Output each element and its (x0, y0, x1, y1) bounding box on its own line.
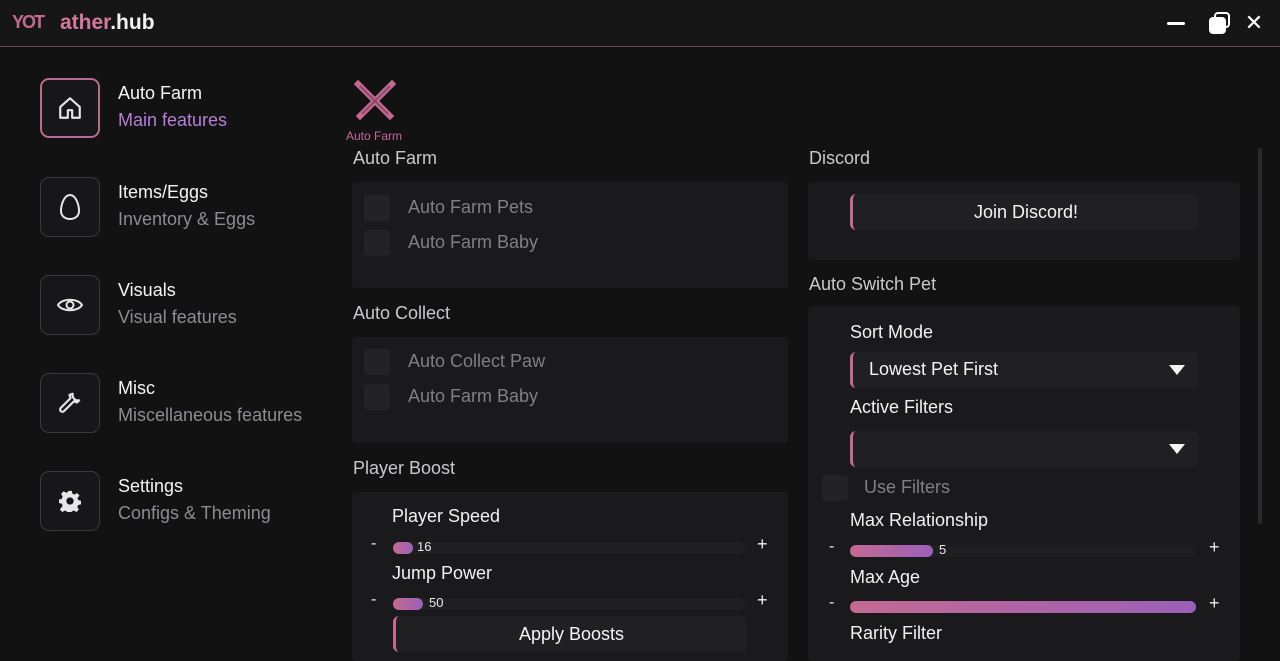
sidebar-item-subtitle: Visual features (118, 307, 237, 327)
checkbox[interactable] (364, 195, 390, 221)
checkbox[interactable] (364, 230, 390, 256)
crossed-swords-icon (353, 79, 397, 121)
discord-section-title: Discord (809, 148, 871, 168)
chevron-down-icon (1169, 444, 1185, 454)
decrement-button[interactable]: - (829, 594, 843, 612)
sidebar-item-settings[interactable]: Settings Configs & Theming (40, 471, 320, 533)
sidebar-item-subtitle: Inventory & Eggs (118, 209, 256, 229)
slider-track[interactable] (850, 601, 1196, 613)
increment-button[interactable]: + (1209, 537, 1223, 558)
close-icon: ✕ (1244, 10, 1264, 35)
sidebar-item-title: Visuals (118, 280, 176, 300)
sidebar-item-auto-farm[interactable]: Auto Farm Main features (40, 78, 320, 140)
auto-farm-section-title: Auto Farm (353, 148, 438, 168)
increment-button[interactable]: + (1209, 593, 1223, 614)
app-logo: YOT (12, 12, 45, 32)
sidebar-item-misc[interactable]: Misc Miscellaneous features (40, 373, 320, 435)
slider-fill (393, 542, 413, 554)
toggle-auto-collect-paw[interactable]: Auto Collect Paw (364, 348, 664, 378)
auto-farm-panel: Auto Farm Pets Auto Farm Baby (352, 182, 788, 288)
player-speed-value: 16 (417, 539, 432, 554)
app-title: ather.hub (60, 11, 155, 35)
scrollbar[interactable] (1258, 148, 1262, 524)
toggle-auto-farm-baby[interactable]: Auto Farm Baby (364, 229, 664, 259)
apply-boosts-button[interactable]: Apply Boosts (393, 616, 747, 652)
max-age-slider[interactable]: - + (829, 593, 1229, 616)
eye-icon (40, 275, 100, 335)
jump-power-slider[interactable]: - 50 + (371, 590, 771, 613)
max-relationship-label: Max Relationship (850, 510, 989, 530)
egg-icon (40, 177, 100, 237)
toggle-label: Auto Farm Pets (408, 197, 534, 217)
active-filters-label: Active Filters (850, 397, 954, 417)
slider-track[interactable] (393, 598, 745, 610)
slider-track[interactable] (393, 542, 745, 554)
sidebar-item-title: Settings (118, 476, 184, 496)
gear-icon (40, 471, 100, 531)
toggle-label: Auto Farm Baby (408, 232, 539, 252)
app-title-prefix: ather (60, 11, 111, 34)
checkbox[interactable] (822, 475, 848, 501)
jump-power-label: Jump Power (392, 563, 493, 583)
active-filters-dropdown[interactable] (850, 431, 1199, 467)
sort-mode-value: Lowest Pet First (869, 359, 999, 379)
home-icon (40, 78, 100, 138)
max-relationship-slider[interactable]: - 5 + (829, 537, 1229, 560)
toggle-label: Auto Farm Baby (408, 386, 539, 406)
decrement-button[interactable]: - (371, 591, 385, 609)
tab-auto-farm[interactable]: Auto Farm (338, 76, 410, 146)
slider-track[interactable] (850, 545, 1196, 557)
close-button[interactable]: ✕ (1241, 10, 1267, 36)
checkbox[interactable] (364, 384, 390, 410)
wrench-icon (40, 373, 100, 433)
player-boost-section-title: Player Boost (353, 458, 456, 478)
sidebar: Auto Farm Main features Items/Eggs Inven… (0, 47, 330, 661)
sidebar-item-subtitle: Configs & Theming (118, 503, 271, 523)
auto-switch-pet-section-title: Auto Switch Pet (809, 274, 937, 294)
slider-fill (850, 601, 1196, 613)
auto-collect-panel: Auto Collect Paw Auto Farm Baby (352, 337, 788, 443)
sidebar-item-title: Misc (118, 378, 155, 398)
toggle-label: Use Filters (864, 477, 951, 497)
sidebar-item-subtitle: Miscellaneous features (118, 405, 303, 425)
slider-fill (393, 598, 423, 610)
decrement-button[interactable]: - (829, 538, 843, 556)
rarity-filter-label: Rarity Filter (850, 623, 943, 643)
max-relationship-value: 5 (939, 542, 947, 557)
player-speed-slider[interactable]: - 16 + (371, 534, 771, 557)
toggle-label: Auto Collect Paw (408, 351, 546, 371)
minimize-button[interactable] (1163, 10, 1189, 36)
tab-label: Auto Farm (345, 129, 402, 143)
decrement-button[interactable]: - (371, 535, 385, 553)
sidebar-item-visuals[interactable]: Visuals Visual features (40, 275, 320, 337)
chevron-down-icon (1169, 365, 1185, 375)
checkbox[interactable] (364, 349, 390, 375)
join-discord-button[interactable]: Join Discord! (850, 194, 1199, 230)
slider-fill (850, 545, 934, 557)
player-speed-label: Player Speed (392, 506, 501, 526)
minimize-icon (1167, 22, 1185, 25)
sidebar-item-items-eggs[interactable]: Items/Eggs Inventory & Eggs (40, 177, 320, 239)
toggle-auto-farm-pets[interactable]: Auto Farm Pets (364, 194, 664, 224)
increment-button[interactable]: + (757, 534, 771, 555)
app-title-suffix: .hub (110, 11, 155, 34)
sidebar-item-subtitle: Main features (118, 110, 228, 130)
toggle-auto-farm-baby-2[interactable]: Auto Farm Baby (364, 383, 664, 413)
sort-mode-dropdown[interactable]: Lowest Pet First (850, 352, 1199, 388)
toggle-use-filters[interactable]: Use Filters (822, 474, 1122, 504)
maximize-button[interactable] (1205, 10, 1231, 36)
title-bar: YOT ather.hub ✕ (0, 0, 1280, 47)
auto-collect-section-title: Auto Collect (353, 303, 451, 323)
max-age-label: Max Age (850, 567, 921, 587)
sidebar-item-title: Auto Farm (118, 83, 203, 103)
increment-button[interactable]: + (757, 590, 771, 611)
sort-mode-label: Sort Mode (850, 322, 934, 342)
jump-power-value: 50 (429, 595, 444, 610)
sidebar-item-title: Items/Eggs (118, 182, 209, 202)
